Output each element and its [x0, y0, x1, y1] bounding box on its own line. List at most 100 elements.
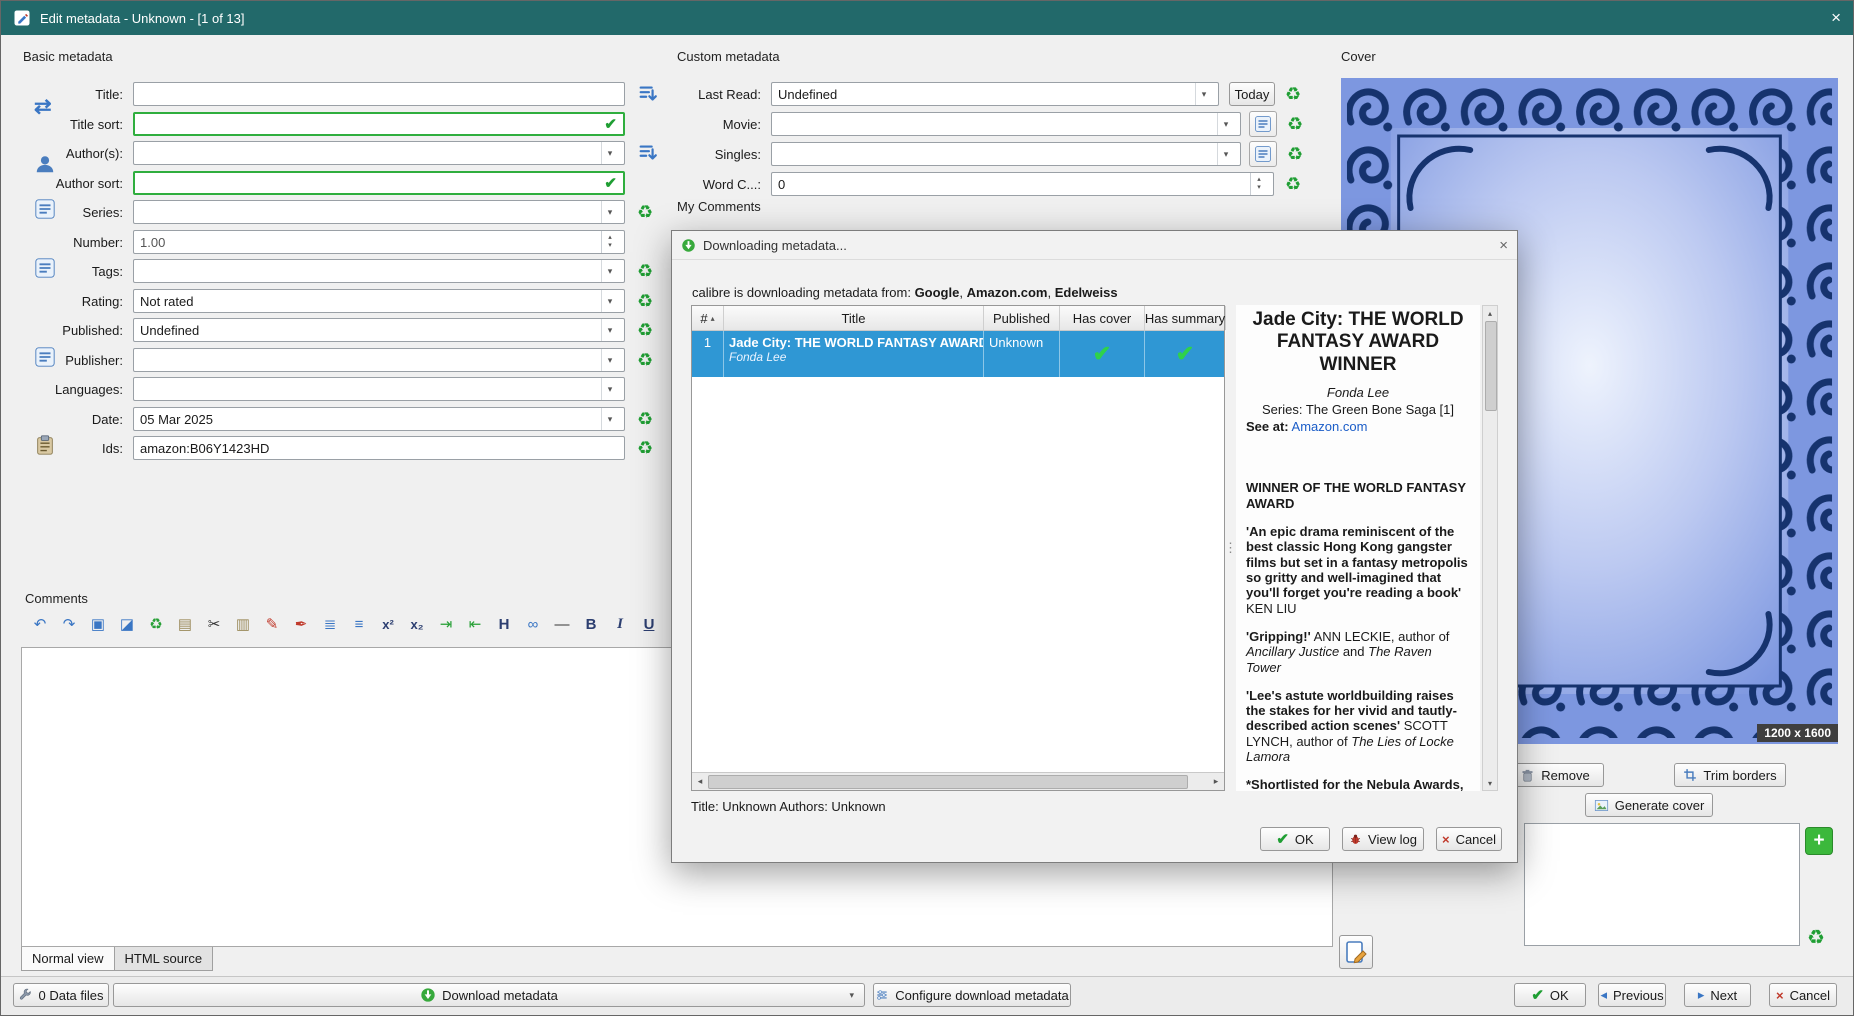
today-button[interactable]: Today [1229, 82, 1275, 106]
insert-link-icon[interactable]: ∞ [522, 613, 544, 635]
copy-icon[interactable]: ▤ [174, 613, 196, 635]
series-dropdown-icon[interactable]: ▾ [601, 201, 618, 223]
column-header-published[interactable]: Published [984, 306, 1060, 330]
dialog-ok-button[interactable]: ✔ OK [1260, 827, 1330, 851]
scroll-right-icon[interactable]: ▸ [1208, 776, 1224, 787]
authors-combobox[interactable]: ▾ [133, 141, 625, 165]
tags-combobox[interactable]: ▾ [133, 259, 625, 283]
superscript-icon[interactable]: x² [377, 613, 399, 635]
tab-normal-view[interactable]: Normal view [21, 947, 115, 971]
ok-button[interactable]: ✔ OK [1514, 983, 1586, 1007]
results-table-header[interactable]: # ▴ Title Published Has cover Has summary [692, 306, 1226, 331]
column-header-has-summary[interactable]: Has summary [1145, 306, 1226, 330]
word-count-spinbox[interactable]: 0 ▴ ▾ [771, 172, 1274, 196]
authors-dropdown-icon[interactable]: ▾ [601, 142, 618, 164]
view-log-button[interactable]: View log [1342, 827, 1424, 851]
horizontal-rule-icon[interactable]: ― [551, 613, 573, 635]
rating-dropdown-icon[interactable]: ▾ [601, 290, 618, 312]
rating-combobox[interactable]: Not rated ▾ [133, 289, 625, 313]
cancel-button[interactable]: × Cancel [1769, 983, 1837, 1007]
paste-icon[interactable]: ▥ [232, 613, 254, 635]
cut-icon[interactable]: ✂ [203, 613, 225, 635]
spin-up-icon[interactable]: ▴ [1257, 176, 1261, 184]
redo-icon[interactable]: ↷ [58, 613, 80, 635]
series-number-spinbox[interactable]: 1.00 ▴ ▾ [133, 230, 625, 254]
vertical-scroll-thumb[interactable] [1485, 321, 1497, 411]
word-count-restore-icon[interactable]: ♻ [1285, 175, 1301, 193]
rating-restore-icon[interactable]: ♻ [637, 292, 653, 310]
unordered-list-icon[interactable]: ≡ [348, 613, 370, 635]
scroll-left-icon[interactable]: ◂ [692, 776, 708, 787]
author-sort-input[interactable]: ✔ [133, 171, 625, 195]
add-cover-button[interactable]: + [1805, 827, 1833, 855]
date-restore-icon[interactable]: ♻ [637, 410, 653, 428]
publisher-combobox[interactable]: ▾ [133, 348, 625, 372]
remove-cover-button[interactable]: Remove [1506, 763, 1604, 787]
published-dropdown-icon[interactable]: ▾ [601, 319, 618, 341]
download-metadata-button[interactable]: Download metadata ▾ [113, 983, 865, 1007]
ids-restore-icon[interactable]: ♻ [637, 439, 653, 457]
open-comments-editor-button[interactable] [1339, 935, 1373, 969]
column-header-num[interactable]: # ▴ [692, 306, 724, 330]
movie-restore-icon[interactable]: ♻ [1287, 115, 1303, 133]
languages-combobox[interactable]: ▾ [133, 377, 625, 401]
column-header-title[interactable]: Title [724, 306, 984, 330]
bold-icon[interactable]: B [580, 613, 602, 635]
published-restore-icon[interactable]: ♻ [637, 321, 653, 339]
generate-cover-button[interactable]: Generate cover [1585, 793, 1713, 817]
movie-dropdown-icon[interactable]: ▾ [1217, 113, 1234, 135]
splitter-handle[interactable]: ⋮ [1224, 305, 1237, 791]
auto-author-sort-icon[interactable] [637, 142, 659, 164]
series-combobox[interactable]: ▾ [133, 200, 625, 224]
last-read-restore-icon[interactable]: ♻ [1285, 85, 1301, 103]
scroll-up-icon[interactable]: ▴ [1483, 306, 1497, 320]
subscript-icon[interactable]: x₂ [406, 613, 428, 635]
last-read-dropdown-icon[interactable]: ▾ [1195, 83, 1212, 105]
window-titlebar[interactable]: Edit metadata - Unknown - [1 of 13] × [1, 1, 1853, 35]
erase-icon[interactable]: ◪ [116, 613, 138, 635]
configure-download-metadata-button[interactable]: Configure download metadata [873, 983, 1071, 1007]
movie-edit-list-icon[interactable] [1249, 111, 1277, 137]
heading-icon[interactable]: H [493, 613, 515, 635]
column-header-has-cover[interactable]: Has cover [1060, 306, 1145, 330]
ordered-list-icon[interactable]: ≣ [319, 613, 341, 635]
next-button[interactable]: ▸ Next [1684, 983, 1751, 1007]
previous-button[interactable]: ◂ Previous [1598, 983, 1666, 1007]
italic-icon[interactable]: I [609, 613, 631, 635]
download-metadata-dropdown-icon[interactable]: ▾ [849, 990, 854, 1001]
date-datepicker[interactable]: 05 Mar 2025 ▾ [133, 407, 625, 431]
spin-up-icon[interactable]: ▴ [608, 234, 612, 242]
underline-icon[interactable]: U [638, 613, 660, 635]
singles-combobox[interactable]: ▾ [771, 142, 1241, 166]
singles-restore-icon[interactable]: ♻ [1287, 145, 1303, 163]
indent-less-icon[interactable]: ⇤ [464, 613, 486, 635]
dialog-titlebar[interactable]: Downloading metadata... × [672, 231, 1517, 260]
indent-more-icon[interactable]: ⇥ [435, 613, 457, 635]
ids-input[interactable]: amazon:B06Y1423HD [133, 436, 625, 460]
select-all-icon[interactable]: ▣ [87, 613, 109, 635]
cover-notes-area[interactable] [1524, 823, 1800, 946]
title-sort-input[interactable]: ✔ [133, 112, 625, 136]
clean-html-icon[interactable]: ♻ [145, 613, 167, 635]
amazon-link[interactable]: Amazon.com [1292, 419, 1368, 434]
foreground-color-icon[interactable]: ✒ [290, 613, 312, 635]
last-read-combobox[interactable]: Undefined ▾ [771, 82, 1219, 106]
data-files-button[interactable]: 0 Data files [13, 983, 109, 1007]
languages-dropdown-icon[interactable]: ▾ [601, 378, 618, 400]
restore-cover-icon[interactable]: ♻ [1807, 928, 1825, 948]
singles-edit-list-icon[interactable] [1249, 141, 1277, 167]
horizontal-scroll-thumb[interactable] [708, 775, 1188, 789]
result-row-selected[interactable]: 1 Jade City: THE WORLD FANTASY AWARD WIN… [692, 331, 1226, 377]
title-input[interactable] [133, 82, 625, 106]
publisher-restore-icon[interactable]: ♻ [637, 351, 653, 369]
auto-title-sort-icon[interactable] [637, 83, 659, 105]
publisher-dropdown-icon[interactable]: ▾ [601, 349, 618, 371]
series-number-spinner[interactable]: ▴ ▾ [601, 231, 618, 253]
trim-borders-button[interactable]: Trim borders [1674, 763, 1786, 787]
horizontal-scrollbar[interactable]: ◂ ▸ [692, 772, 1224, 790]
date-dropdown-icon[interactable]: ▾ [601, 408, 618, 430]
spin-down-icon[interactable]: ▾ [1257, 184, 1261, 192]
word-count-spinner[interactable]: ▴ ▾ [1250, 173, 1267, 195]
tags-restore-icon[interactable]: ♻ [637, 262, 653, 280]
spin-down-icon[interactable]: ▾ [608, 242, 612, 250]
